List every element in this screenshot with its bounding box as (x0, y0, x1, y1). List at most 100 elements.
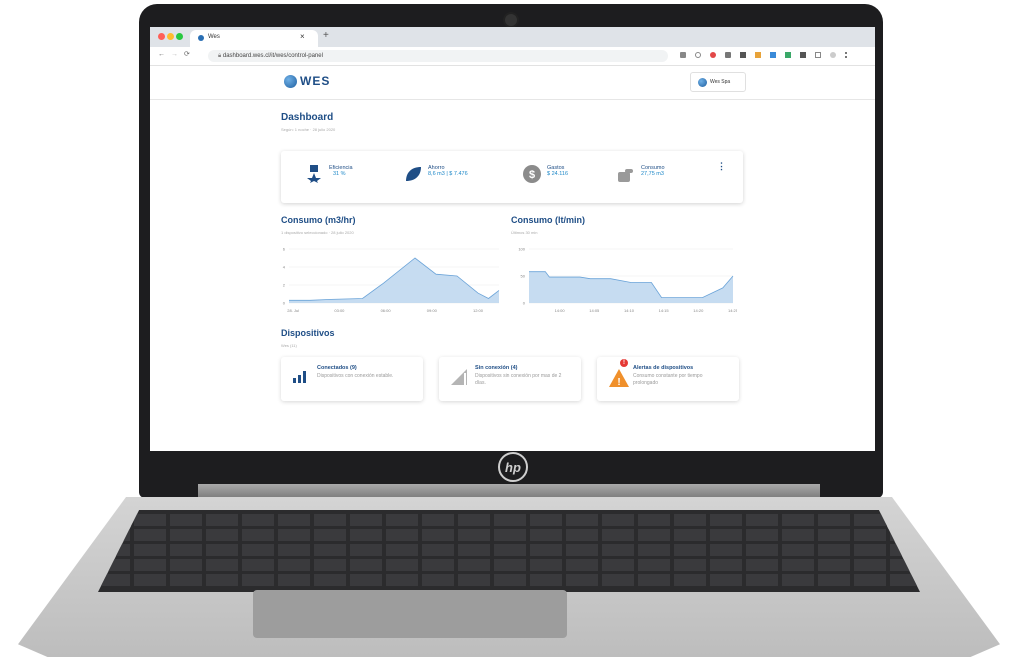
account-label: Wes Spa (710, 79, 731, 85)
leaf-icon (404, 165, 422, 183)
extension-icons (680, 52, 849, 58)
area-fill (529, 271, 733, 303)
star-icon[interactable] (695, 52, 701, 58)
chart-left-title: Consumo (m3/hr) (281, 215, 356, 225)
y-tick-label: 2 (283, 283, 286, 288)
hp-logo: hp (498, 452, 528, 482)
maximize-window-icon[interactable] (176, 33, 183, 40)
x-tick-label: 14:05 (589, 308, 600, 313)
kpi-gastos: $ Gastos $ 24.116 (523, 165, 568, 183)
y-tick-label: 100 (518, 247, 525, 252)
x-tick-label: 14:20 (693, 308, 704, 313)
globe-icon (284, 74, 297, 88)
kpi-value: 31 % (333, 171, 346, 177)
device-card-desc: Consumo constante por tiempo prolongado (633, 373, 703, 386)
x-tick-label: 14:00 (555, 308, 566, 313)
warning-icon: ! (609, 369, 629, 392)
y-tick-label: 6 (283, 247, 286, 252)
account-button[interactable]: Wes Spa (690, 72, 746, 92)
kpi-value: $ 24.116 (547, 171, 569, 177)
chart-right-title: Consumo (lt/min) (511, 215, 585, 225)
medal-icon (305, 165, 323, 183)
wes-logo[interactable]: WES (284, 74, 355, 88)
reload-icon[interactable]: ⟳ (184, 50, 190, 58)
tab-title: Wes (208, 34, 220, 40)
tab-favicon-icon (198, 35, 204, 41)
new-tab-button[interactable]: + (323, 30, 329, 41)
page-title: Dashboard (281, 112, 334, 123)
logo-text: WES (300, 74, 331, 88)
back-icon[interactable]: ← (158, 51, 165, 58)
chart-right-subtitle: Últimos 30 min (511, 230, 538, 235)
y-tick-label: 50 (521, 274, 526, 279)
device-card-connected[interactable]: Conectados (9) Dispositivos con conexión… (281, 357, 423, 401)
extension-icon[interactable] (725, 52, 731, 58)
laptop-hinge (198, 484, 820, 498)
consumo-lt-chart: 0 50 100 14:00 14:05 14:10 14:15 14:20 14:25 (518, 247, 737, 314)
url-input[interactable]: 🔒︎ dashboard.wes.cl/it/wes/control-panel (208, 50, 668, 62)
svg-text:$: $ (529, 169, 535, 181)
browser-window: Wes × + ← → ⟳ 🔒︎ dashboard.wes.cl/it/wes… (150, 27, 875, 451)
y-tick-label: 0 (283, 301, 286, 306)
chart-left-subtitle: 1 dispositivo seleccionado · 28 julio 20… (281, 230, 354, 235)
x-tick-label: 09:00 (427, 308, 438, 313)
device-card-title: Sin conexión (4) (475, 365, 518, 371)
kpi-menu-button[interactable]: ⋮ (717, 161, 726, 172)
kpi-consumo: Consumo 27,75 m3 (617, 165, 665, 183)
app-header: WES Wes Spa (150, 66, 875, 100)
address-bar-row: ← → ⟳ 🔒︎ dashboard.wes.cl/it/wes/control… (150, 47, 875, 66)
devices-subtitle: Wes (11) (281, 343, 297, 348)
touchpad[interactable] (253, 590, 567, 638)
y-tick-label: 4 (283, 265, 286, 270)
url-text: dashboard.wes.cl/it/wes/control-panel (222, 53, 323, 59)
key-icon[interactable] (680, 52, 686, 58)
pinterest-icon[interactable] (710, 52, 716, 58)
device-card-desc: Dispositivos sin conexión por mas de 2 d… (475, 373, 562, 386)
kpi-value: 27,75 m3 (641, 171, 664, 177)
device-card-disconnected[interactable]: Sin conexión (4) Dispositivos sin conexi… (439, 357, 581, 401)
kpi-ahorro: Ahorro 8,6 m3 | $ 7.476 (404, 165, 468, 183)
devices-title: Dispositivos (281, 328, 335, 338)
extension-icon[interactable] (770, 52, 776, 58)
kpi-value: 8,6 m3 | $ 7.476 (428, 171, 468, 177)
globe-icon (698, 77, 707, 87)
device-card-title: Alertas de dispositivos (633, 365, 694, 371)
minimize-window-icon[interactable] (167, 33, 174, 40)
alert-badge: ! (620, 359, 628, 367)
device-card-alerts[interactable]: ! ! Alertas de dispositivos Consumo cons… (597, 357, 739, 401)
device-card-title: Conectados (9) (317, 365, 357, 371)
forward-icon[interactable]: → (171, 51, 178, 58)
profile-avatar-icon[interactable] (830, 52, 836, 58)
signal-bars-icon (293, 369, 309, 388)
area-fill (289, 258, 499, 303)
extension-icon[interactable] (785, 52, 791, 58)
x-tick-label: 12:00 (473, 308, 484, 313)
device-card-desc: Dispositivos con conexión estable. (317, 373, 394, 379)
svg-text:!: ! (617, 377, 620, 387)
tab-bar: Wes × + (150, 27, 875, 47)
x-tick-label: 28. Jul (287, 308, 299, 313)
share-icon[interactable] (740, 52, 746, 58)
puzzle-icon[interactable] (800, 52, 806, 58)
x-tick-label: 03:00 (334, 308, 345, 313)
webcam (503, 12, 519, 28)
cast-icon[interactable] (815, 52, 821, 58)
x-tick-label: 14:10 (624, 308, 635, 313)
x-tick-label: 14:25 (728, 308, 737, 313)
y-tick-label: 0 (523, 301, 526, 306)
keyboard (98, 510, 920, 592)
menu-icon[interactable] (845, 52, 849, 58)
x-tick-label: 14:15 (659, 308, 670, 313)
browser-tab[interactable]: Wes × (190, 30, 318, 47)
consumo-m3-chart: 0 2 4 6 28. Jul 03:00 06:00 09:00 12:00 (283, 247, 500, 313)
no-signal-icon (451, 369, 469, 390)
kpi-card: Eficiencia 31 % Ahorro 8,6 m3 | $ 7.476 $ … (281, 151, 743, 203)
hand-icon (617, 165, 635, 183)
kpi-eficiencia: Eficiencia 31 % (305, 165, 353, 183)
tab-close-icon[interactable]: × (300, 32, 305, 41)
extension-icon[interactable] (755, 52, 761, 58)
page-subtitle: Según: 1 noche · 28 julio 2020 (281, 127, 336, 132)
dollar-icon: $ (523, 165, 541, 183)
x-tick-label: 06:00 (381, 308, 392, 313)
close-window-icon[interactable] (158, 33, 165, 40)
